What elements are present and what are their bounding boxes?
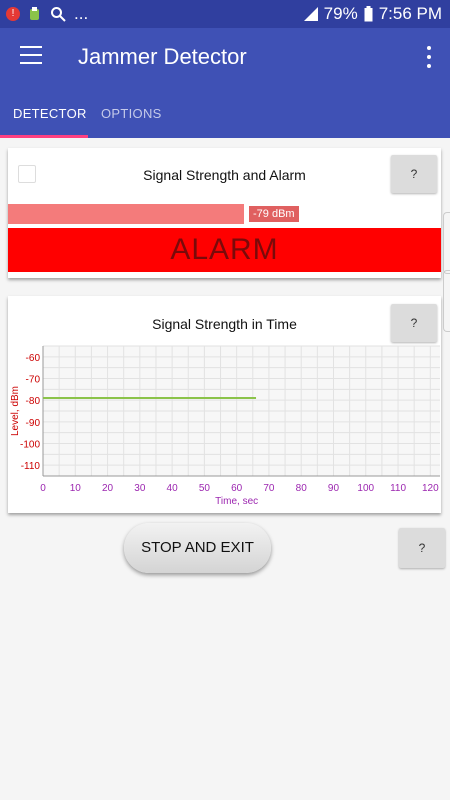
chart-x-tick-label: 120 [422, 483, 439, 494]
app-title: Jammer Detector [78, 44, 247, 69]
chart-y-tick-label: -100 [20, 440, 40, 451]
alarm-card-title: Signal Strength and Alarm [143, 167, 306, 183]
chart-x-tick-label: 20 [102, 483, 114, 494]
search-icon [50, 6, 66, 22]
notification-icon: ! [6, 7, 20, 21]
more-notifications: ... [74, 4, 89, 23]
tab-bar: DETECTOR OPTIONS [0, 88, 450, 138]
hand-icon [28, 6, 42, 22]
battery-icon [364, 6, 373, 22]
chart-x-tick-label: 30 [134, 483, 146, 494]
chart-x-tick-label: 90 [328, 483, 340, 494]
chart-x-tick-label: 100 [357, 483, 374, 494]
chart-x-tick-label: 80 [296, 483, 308, 494]
signal-icon [303, 7, 318, 21]
chart-y-tick-label: -70 [26, 375, 41, 386]
app-bar: Jammer Detector [0, 28, 450, 88]
chart-y-tick-label: -110 [21, 461, 41, 472]
edge-panel-handle[interactable] [443, 212, 450, 274]
chart-x-axis-title: Time, sec [215, 496, 258, 507]
status-bar: ! ... 79% 7:56 PM [0, 0, 450, 28]
alarm-card: Signal Strength and Alarm ? -79 dBm ALAR… [8, 148, 441, 278]
chart-x-tick-label: 50 [199, 483, 211, 494]
chart-y-tick-label: -90 [26, 418, 41, 429]
chart-x-tick-label: 0 [40, 483, 46, 494]
stop-help-button[interactable]: ? [399, 528, 445, 568]
alarm-indicator: ALARM [8, 228, 441, 272]
battery-percent: 79% [323, 4, 358, 23]
chart-x-tick-label: 40 [167, 483, 179, 494]
chart-y-tick-label: -60 [26, 353, 41, 364]
tab-detector[interactable]: DETECTOR [13, 106, 87, 121]
overflow-menu-icon[interactable] [426, 46, 432, 68]
menu-icon[interactable] [20, 46, 42, 64]
chart-x-tick-label: 60 [231, 483, 243, 494]
alarm-help-button[interactable]: ? [391, 155, 437, 193]
stop-and-exit-button[interactable]: STOP AND EXIT [124, 523, 271, 573]
chart-y-axis-title: Level, dBm [10, 386, 21, 436]
chart-x-tick-label: 10 [70, 483, 82, 494]
edge-panel-handle-2[interactable] [443, 270, 450, 332]
signal-dbm-label: -79 dBm [249, 206, 299, 222]
chart-x-tick-label: 110 [390, 483, 406, 494]
tab-indicator [0, 135, 88, 138]
tab-options[interactable]: OPTIONS [101, 106, 162, 121]
chart-x-tick-label: 70 [263, 483, 275, 494]
signal-chart: -60 -70 -80 -90 -100 -110 0 10 20 30 40 50 60 70 80 90 1… [10, 345, 440, 507]
chart-y-tick-label: -80 [26, 396, 41, 407]
clock: 7:56 PM [378, 4, 442, 23]
chart-card: Signal Strength in Time ? -60 -70 -80 -90 -1… [8, 296, 441, 513]
signal-level-bar [8, 204, 244, 224]
